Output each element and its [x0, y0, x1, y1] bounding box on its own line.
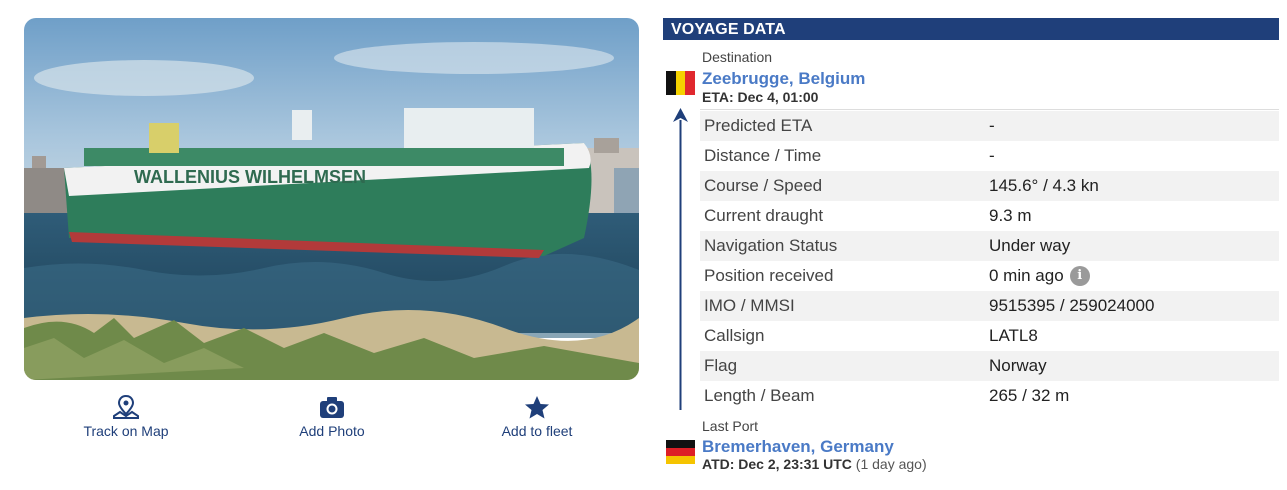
atd-text: ATD: Dec 2, 23:31 UTC (1 day ago) — [702, 456, 927, 472]
info-icon[interactable]: i — [1069, 266, 1090, 286]
vessel-actions: Track on Map Add Photo Add to fleet — [24, 394, 639, 444]
star-icon — [525, 396, 549, 419]
vessel-photo[interactable]: WALLENIUS WILHELMSEN — [24, 18, 639, 380]
atd-relative: (1 day ago) — [855, 456, 927, 472]
data-row-flag: Flag Norway — [700, 351, 1279, 381]
data-row-predicted-eta: Predicted ETA - — [700, 111, 1279, 141]
last-port-link[interactable]: Bremerhaven, Germany — [702, 437, 894, 457]
destination-port-link[interactable]: Zeebrugge, Belgium — [702, 69, 865, 89]
voyage-data-table: Predicted ETA - Distance / Time - Course… — [700, 111, 1279, 411]
row-value: 0 min ago — [989, 266, 1064, 285]
add-photo-button[interactable]: Add Photo — [267, 394, 397, 439]
destination-label: Destination — [702, 49, 773, 65]
data-row-course-speed: Course / Speed 145.6° / 4.3 kn — [700, 171, 1279, 201]
data-row-position-received: Position received 0 min ago i — [700, 261, 1279, 291]
last-port-label: Last Port — [702, 418, 759, 434]
camera-icon — [320, 397, 344, 418]
row-value: 9.3 m — [989, 206, 1032, 225]
germany-flag-icon — [666, 440, 695, 464]
map-pin-icon — [113, 394, 139, 419]
row-value: - — [989, 116, 995, 135]
add-to-fleet-button[interactable]: Add to fleet — [472, 394, 602, 439]
eta-text: ETA: Dec 4, 01:00 — [702, 89, 819, 105]
add-to-fleet-label: Add to fleet — [501, 423, 573, 439]
hull-text: WALLENIUS WILHELMSEN — [134, 167, 366, 187]
add-photo-label: Add Photo — [299, 423, 365, 439]
data-row-distance-time: Distance / Time - — [700, 141, 1279, 171]
track-on-map-button[interactable]: Track on Map — [61, 394, 191, 439]
row-value: 265 / 32 m — [989, 386, 1070, 405]
track-on-map-label: Track on Map — [83, 423, 169, 439]
row-value: - — [989, 146, 995, 165]
row-value: Norway — [989, 356, 1047, 375]
data-row-current-draught: Current draught 9.3 m — [700, 201, 1279, 231]
vessel-photo-image: WALLENIUS WILHELMSEN — [24, 18, 639, 380]
atd-value: ATD: Dec 2, 23:31 UTC — [702, 456, 852, 472]
arrow-up-icon — [673, 108, 688, 122]
row-key: Current draught — [704, 206, 824, 225]
belgium-flag-icon — [666, 71, 695, 95]
row-key: Position received — [704, 266, 834, 285]
data-row-callsign: Callsign LATL8 — [700, 321, 1279, 351]
destination-divider — [700, 109, 1279, 110]
voyage-data-title: VOYAGE DATA — [663, 18, 1279, 40]
row-key: Distance / Time — [704, 146, 822, 165]
row-key: IMO / MMSI — [704, 296, 795, 315]
voyage-progress-arrow — [679, 120, 682, 410]
row-value: 145.6° / 4.3 kn — [989, 176, 1099, 195]
data-row-length-beam: Length / Beam 265 / 32 m — [700, 381, 1279, 411]
row-key: Callsign — [704, 326, 765, 345]
row-key: Flag — [704, 356, 738, 375]
row-value-wrapper: 0 min ago i — [989, 266, 1090, 286]
row-value: 9515395 / 259024000 — [989, 296, 1155, 315]
data-row-navigation-status: Navigation Status Under way — [700, 231, 1279, 261]
row-value: Under way — [989, 236, 1071, 255]
row-value: LATL8 — [989, 326, 1038, 345]
row-key: Navigation Status — [704, 236, 838, 255]
data-row-imo-mmsi: IMO / MMSI 9515395 / 259024000 — [700, 291, 1279, 321]
row-key: Course / Speed — [704, 176, 823, 195]
row-key: Length / Beam — [704, 386, 815, 405]
row-key: Predicted ETA — [704, 116, 813, 135]
